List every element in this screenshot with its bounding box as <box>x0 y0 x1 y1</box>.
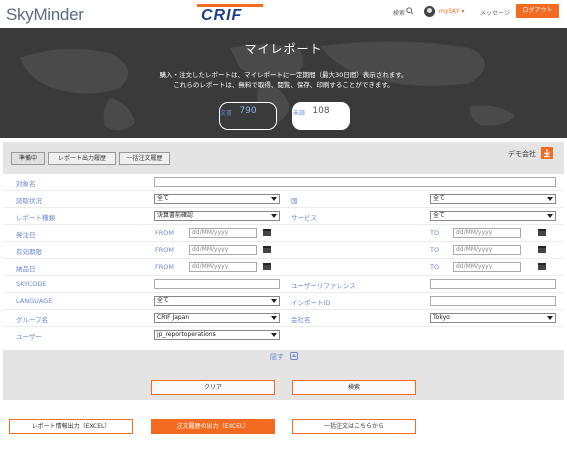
tab-report-output-history[interactable]: レポート出力履歴 <box>48 152 116 165</box>
calendar-icon[interactable] <box>263 263 271 270</box>
expiry-date-to-input[interactable]: dd/MM/yyyy <box>453 245 521 255</box>
crif-logo: CRIF <box>197 4 265 24</box>
export-order-history-button[interactable]: 注文履歴の出力（EXCEL） <box>151 419 275 434</box>
header-search-link[interactable]: 検索 <box>393 8 405 17</box>
row-language: LANGUAGE 全て インポートID <box>3 293 564 310</box>
top-header: SkyMinder CRIF 検索 mySKY ▾ メッセージ ログアウト <box>0 0 567 28</box>
service-label: サービス <box>291 214 317 222</box>
delivery-date-label: 納品日 <box>16 265 36 273</box>
skycode-input[interactable] <box>154 279 280 289</box>
row-delivery-date: 納品日 FROM dd/MM/yyyy TO dd/MM/yyyy <box>3 259 564 276</box>
expiry-date-label: 有効期限 <box>16 248 42 256</box>
expiry-date-from-label: FROM <box>155 246 174 254</box>
hide-filters-link[interactable]: 隠す <box>270 352 284 362</box>
page-title: マイレポート <box>244 42 323 56</box>
country-select[interactable]: 全て <box>430 194 556 204</box>
import-id-label: インポートID <box>291 299 331 307</box>
read-status-select[interactable]: 全て <box>154 194 280 204</box>
row-read-status: 読取状況 全て 国 全て <box>3 191 564 208</box>
tab-bulk-order-history[interactable]: 一括注文履歴 <box>119 152 170 165</box>
row-group-name: グループ名 CRIF Japan 会社名 Tokyo <box>3 310 564 327</box>
filter-form: 対象名 読取状況 全て 国 全て レポート種類 決算書前確認 サービス 全て 発… <box>3 174 564 350</box>
documents-count-button[interactable]: 790 文書 <box>219 102 277 130</box>
delivery-date-to-label: TO <box>430 263 440 271</box>
skycode-label: SKYCODE <box>16 280 47 288</box>
tab-pending[interactable]: 準備中 <box>11 152 45 165</box>
row-skycode: SKYCODE ユーザーリファレンス <box>3 276 564 293</box>
user-menu-label: mySKY <box>439 8 460 15</box>
row-report-type: レポート種類 決算書前確認 サービス 全て <box>3 208 564 225</box>
row-order-date: 発注日 FROM dd/MM/yyyy TO dd/MM/yyyy <box>3 225 564 242</box>
expiry-date-to-label: TO <box>430 246 440 254</box>
calendar-icon[interactable] <box>263 229 271 236</box>
order-date-to-input[interactable]: dd/MM/yyyy <box>453 228 521 238</box>
report-type-select[interactable]: 決算書前確認 <box>154 211 280 221</box>
bulk-order-button[interactable]: 一括注文はこちらから <box>292 419 416 434</box>
delivery-date-to-input[interactable]: dd/MM/yyyy <box>453 262 521 272</box>
search-button[interactable]: 検索 <box>292 380 416 395</box>
read-status-label: 読取状況 <box>16 197 42 205</box>
user-label: ユーザー <box>16 333 42 341</box>
report-type-label: レポート種類 <box>16 214 55 222</box>
unread-count-button[interactable]: 108 未読 <box>292 102 350 130</box>
calendar-icon[interactable] <box>538 229 546 236</box>
unread-label: 未読 <box>293 110 306 117</box>
delivery-date-from-input[interactable]: dd/MM/yyyy <box>189 262 257 272</box>
order-date-from-label: FROM <box>155 229 174 237</box>
skyminder-logo[interactable]: SkyMinder <box>6 5 84 25</box>
user-select[interactable]: jp_reportoperations <box>154 330 280 340</box>
company-name-label: 会社名 <box>291 316 311 324</box>
hero-description-line2: これらのレポートは、無料で取得、閲覧、保存、印刷することができます。 <box>173 81 394 89</box>
search-icon[interactable] <box>406 7 414 15</box>
delivery-date-from-label: FROM <box>155 263 174 271</box>
export-report-info-button[interactable]: レポート情報出力（EXCEL） <box>9 419 133 434</box>
user-reference-label: ユーザーリファレンス <box>291 282 356 290</box>
hero-description-line1: 購入・注文したレポートは、マイレポートに一定期間（最大30日間）表示されます。 <box>159 71 408 79</box>
documents-label: 文書 <box>220 110 233 117</box>
clear-button[interactable]: クリア <box>151 380 275 395</box>
order-date-to-label: TO <box>430 229 440 237</box>
language-label: LANGUAGE <box>16 297 53 305</box>
crif-logo-text: CRIF <box>201 7 243 24</box>
language-select[interactable]: 全て <box>154 296 280 306</box>
country-label: 国 <box>291 197 298 205</box>
calendar-icon[interactable] <box>538 263 546 270</box>
expiry-date-from-input[interactable]: dd/MM/yyyy <box>189 245 257 255</box>
calendar-icon[interactable] <box>263 246 271 253</box>
company-name-select[interactable]: Tokyo <box>430 313 556 323</box>
calendar-icon[interactable] <box>538 246 546 253</box>
user-avatar-icon[interactable] <box>424 6 435 17</box>
service-select[interactable]: 全て <box>430 211 556 221</box>
messages-link[interactable]: メッセージ <box>480 8 510 17</box>
user-menu[interactable]: mySKY ▾ <box>439 8 465 15</box>
row-subject-name: 対象名 <box>3 174 564 191</box>
download-icon[interactable] <box>541 147 553 159</box>
row-expiry-date: 有効期限 FROM dd/MM/yyyy TO dd/MM/yyyy <box>3 242 564 259</box>
company-name: デモ会社 <box>508 150 536 158</box>
import-id-input[interactable] <box>430 296 556 306</box>
group-name-label: グループ名 <box>16 316 49 324</box>
order-date-from-input[interactable]: dd/MM/yyyy <box>189 228 257 238</box>
subject-name-label: 対象名 <box>16 180 36 188</box>
user-reference-input[interactable] <box>430 279 556 289</box>
subject-name-input[interactable] <box>154 177 556 187</box>
row-user: ユーザー jp_reportoperations <box>3 327 564 344</box>
logout-button[interactable]: ログアウト <box>516 4 559 18</box>
collapse-icon[interactable] <box>290 352 298 360</box>
group-name-select[interactable]: CRIF Japan <box>154 313 280 323</box>
order-date-label: 発注日 <box>16 231 36 239</box>
hero-banner: マイレポート 購入・注文したレポートは、マイレポートに一定期間（最大30日間）表… <box>0 28 567 138</box>
